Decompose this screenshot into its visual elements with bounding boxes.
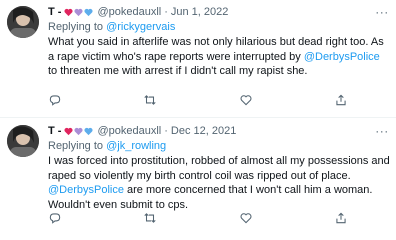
- tweet[interactable]: T - @pokedauxll · Dec 12, 2021 ··· Reply…: [0, 119, 396, 240]
- display-name[interactable]: T -: [48, 125, 61, 137]
- tweet-date[interactable]: Jun 1, 2022: [171, 6, 229, 18]
- tweet-date[interactable]: Dec 12, 2021: [171, 125, 236, 137]
- display-name[interactable]: T -: [48, 6, 61, 18]
- tweet[interactable]: T - @pokedauxll · Jun 1, 2022 ··· Replyi…: [0, 0, 396, 118]
- reply-context: Replying to @jk_rowling: [48, 139, 390, 153]
- like-icon[interactable]: [239, 211, 253, 225]
- purple-heart-icon: [74, 127, 84, 135]
- red-heart-icon: [64, 8, 74, 16]
- tweet-feed: T - @pokedauxll · Jun 1, 2022 ··· Replyi…: [0, 0, 396, 240]
- tweet-text-part: I was forced into prostitution, robbed o…: [48, 155, 390, 182]
- user-handle[interactable]: @pokedauxll: [97, 6, 161, 18]
- tweet-header: T - @pokedauxll · Dec 12, 2021 ···: [48, 123, 390, 139]
- mention-link[interactable]: @DerbysPolice: [304, 51, 380, 63]
- user-handle[interactable]: @pokedauxll: [97, 125, 161, 137]
- avatar[interactable]: [7, 6, 39, 38]
- reply-mention-link[interactable]: @rickygervais: [106, 21, 175, 33]
- tweet-actions: [48, 92, 348, 108]
- mention-link[interactable]: @DerbysPolice: [48, 184, 124, 196]
- tweet-header: T - @pokedauxll · Jun 1, 2022 ···: [48, 4, 390, 20]
- reply-context: Replying to @rickygervais: [48, 20, 390, 34]
- more-options-icon[interactable]: ···: [374, 4, 390, 20]
- tweet-text: I was forced into prostitution, robbed o…: [48, 154, 390, 212]
- blue-heart-icon: [84, 8, 94, 16]
- share-icon[interactable]: [334, 211, 348, 225]
- reply-icon[interactable]: [48, 211, 62, 225]
- retweet-icon[interactable]: [143, 93, 157, 107]
- blue-heart-icon: [84, 127, 94, 135]
- tweet-actions: [48, 210, 348, 226]
- heart-emojis: [64, 127, 94, 136]
- purple-heart-icon: [74, 8, 84, 16]
- separator-dot: ·: [164, 6, 168, 18]
- like-icon[interactable]: [239, 93, 253, 107]
- more-options-icon[interactable]: ···: [374, 123, 390, 139]
- tweet-content: T - @pokedauxll · Dec 12, 2021 ··· Reply…: [48, 123, 390, 212]
- replying-to-label: Replying to: [48, 140, 107, 152]
- avatar[interactable]: [7, 125, 39, 157]
- heart-emojis: [64, 8, 94, 17]
- separator-dot: ·: [164, 125, 168, 137]
- reply-icon[interactable]: [48, 93, 62, 107]
- share-icon[interactable]: [334, 93, 348, 107]
- tweet-content: T - @pokedauxll · Jun 1, 2022 ··· Replyi…: [48, 4, 390, 79]
- replying-to-label: Replying to: [48, 21, 107, 33]
- tweet-text-part: to threaten me with arrest if I didn't c…: [48, 65, 308, 77]
- reply-mention-link[interactable]: @jk_rowling: [106, 140, 166, 152]
- retweet-icon[interactable]: [143, 211, 157, 225]
- tweet-text: What you said in afterlife was not only …: [48, 35, 390, 79]
- red-heart-icon: [64, 127, 74, 135]
